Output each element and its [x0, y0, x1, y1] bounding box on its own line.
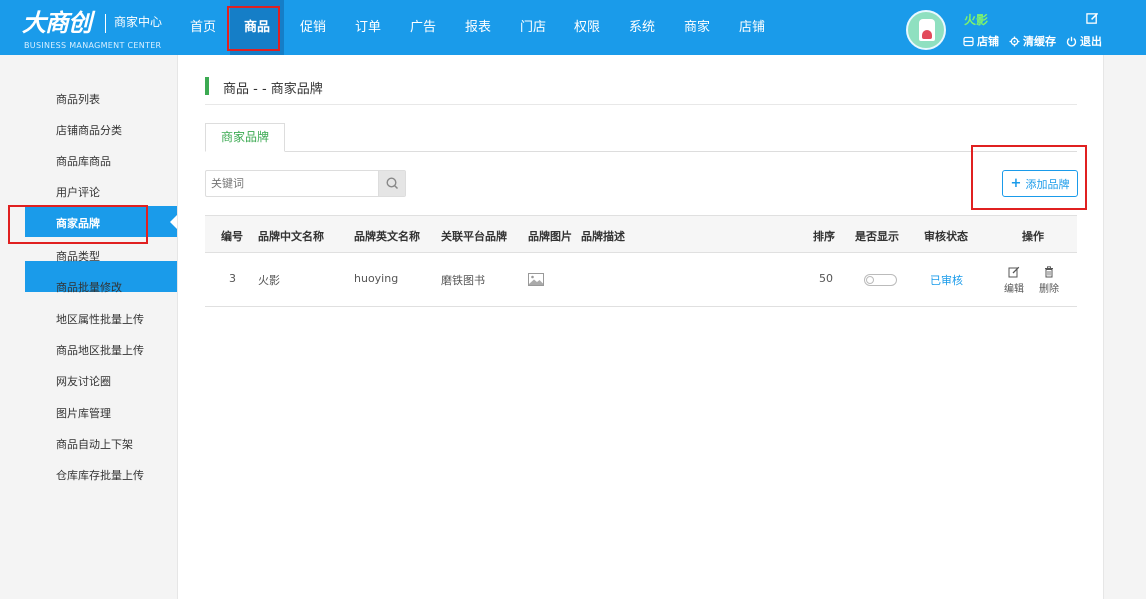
top-header: 大商创 商家中心 BUSINESS MANAGMENT CENTER 首页 商品… — [0, 0, 1146, 55]
sidebar-item-batch-edit[interactable]: 商品批量修改 — [56, 279, 122, 295]
sidebar-item-goods-type[interactable]: 商品类型 — [56, 248, 100, 264]
add-brand-label: 添加品牌 — [1025, 177, 1070, 191]
col-name-en: 品牌英文名称 — [354, 230, 420, 243]
add-brand-button[interactable]: + 添加品牌 — [1002, 170, 1078, 197]
cell-sort: 50 — [819, 272, 833, 285]
store-link-label: 店铺 — [977, 35, 999, 48]
sidebar-item-discussion[interactable]: 网友讨论圈 — [56, 373, 111, 389]
cell-name-en: huoying — [354, 272, 399, 285]
sidebar-item-goods-list[interactable]: 商品列表 — [56, 91, 100, 107]
search-button[interactable] — [378, 171, 405, 196]
sidebar: 商品列表 店铺商品分类 商品库商品 用户评论 商家品牌 商品类型 商品批量修改 … — [0, 55, 177, 599]
show-toggle[interactable] — [864, 274, 897, 286]
nav-item-orders[interactable]: 订单 — [343, 0, 393, 55]
col-name-cn: 品牌中文名称 — [258, 230, 324, 243]
sidebar-item-stock-upload[interactable]: 仓库库存批量上传 — [56, 467, 144, 483]
store-link[interactable]: 店铺 — [963, 33, 999, 49]
edit-button[interactable]: 编辑 — [1002, 266, 1026, 295]
title-accent-bar — [205, 77, 209, 95]
nav-item-system[interactable]: 系统 — [617, 0, 667, 55]
status-badge[interactable]: 已审核 — [930, 272, 963, 288]
logo-sub-text: 商家中心 — [114, 15, 163, 29]
nav-item-permissions[interactable]: 权限 — [562, 0, 612, 55]
gear-icon — [1009, 36, 1020, 46]
plus-icon: + — [1010, 176, 1022, 191]
col-brand-image: 品牌图片 — [528, 230, 572, 243]
sidebar-item-reviews[interactable]: 用户评论 — [56, 184, 100, 200]
nav-item-goods[interactable]: 商品 — [230, 0, 284, 55]
search-icon — [386, 177, 399, 190]
table-header: 编号 品牌中文名称 品牌英文名称 关联平台品牌 品牌图片 品牌描述 排序 是否显… — [205, 215, 1077, 253]
content-panel: 商品 - - 商家品牌 商家品牌 + 添加品牌 编号 品牌中文名称 品牌英文名称… — [177, 55, 1104, 599]
search-input[interactable] — [206, 171, 379, 196]
image-placeholder-icon[interactable] — [528, 273, 544, 286]
col-sort: 排序 — [813, 230, 835, 243]
clear-cache-label: 清缓存 — [1023, 35, 1056, 48]
edit-icon — [1008, 266, 1020, 278]
page-title: 商品 - - 商家品牌 — [223, 82, 323, 97]
power-icon — [1066, 36, 1077, 47]
table-row: 3 火影 huoying 磨铁图书 50 已审核 编辑 删除 — [205, 253, 1077, 307]
delete-label: 删除 — [1039, 284, 1059, 295]
delete-button[interactable]: 删除 — [1037, 266, 1061, 295]
nav-item-reports[interactable]: 报表 — [453, 0, 503, 55]
col-platform-brand: 关联平台品牌 — [441, 230, 507, 243]
sidebar-item-auto-shelf[interactable]: 商品自动上下架 — [56, 436, 133, 452]
nav-item-promotion[interactable]: 促销 — [288, 0, 338, 55]
avatar-heart — [922, 30, 932, 39]
col-show: 是否显示 — [855, 230, 899, 243]
search-box — [205, 170, 406, 197]
col-status: 审核状态 — [924, 230, 968, 243]
tab-divider — [205, 151, 1077, 152]
logout-label: 退出 — [1080, 35, 1102, 48]
title-divider — [205, 104, 1077, 105]
cell-id: 3 — [229, 272, 236, 285]
nav-item-merchants[interactable]: 商家 — [672, 0, 722, 55]
logo-main-text: 大商创 — [22, 9, 92, 37]
nav-item-home[interactable]: 首页 — [178, 0, 228, 55]
user-name: 火影 — [964, 13, 989, 27]
nav-item-stores[interactable]: 门店 — [508, 0, 558, 55]
tab-merchant-brands[interactable]: 商家品牌 — [205, 123, 285, 152]
cell-platform-brand: 磨铁图书 — [441, 274, 485, 287]
trash-icon — [1045, 266, 1053, 278]
col-brand-desc: 品牌描述 — [581, 230, 625, 243]
nav-item-shop[interactable]: 店铺 — [727, 0, 777, 55]
col-actions: 操作 — [1022, 230, 1044, 243]
col-id: 编号 — [221, 230, 243, 243]
sidebar-active-bg — [25, 206, 177, 237]
cell-name-cn: 火影 — [258, 274, 280, 287]
sidebar-item-region-attr-upload[interactable]: 地区属性批量上传 — [56, 311, 144, 327]
store-icon — [963, 36, 974, 46]
sidebar-active-label[interactable]: 商家品牌 — [56, 215, 100, 231]
clear-cache-link[interactable]: 清缓存 — [1009, 33, 1056, 49]
sidebar-item-region-goods-upload[interactable]: 商品地区批量上传 — [56, 342, 144, 358]
sidebar-item-library-goods[interactable]: 商品库商品 — [56, 153, 111, 169]
edit-label: 编辑 — [1004, 284, 1024, 295]
user-avatar[interactable] — [906, 10, 946, 50]
brand-logo[interactable]: 大商创 商家中心 BUSINESS MANAGMENT CENTER — [22, 9, 182, 51]
sidebar-item-image-library[interactable]: 图片库管理 — [56, 405, 111, 421]
nav-item-ads[interactable]: 广告 — [398, 0, 448, 55]
toggle-knob — [866, 276, 874, 284]
logo-english-text: BUSINESS MANAGMENT CENTER — [24, 41, 162, 50]
edit-profile-icon[interactable] — [1086, 12, 1099, 25]
sidebar-item-store-category[interactable]: 店铺商品分类 — [56, 122, 122, 138]
logout-link[interactable]: 退出 — [1066, 33, 1102, 49]
logo-divider — [105, 14, 106, 33]
